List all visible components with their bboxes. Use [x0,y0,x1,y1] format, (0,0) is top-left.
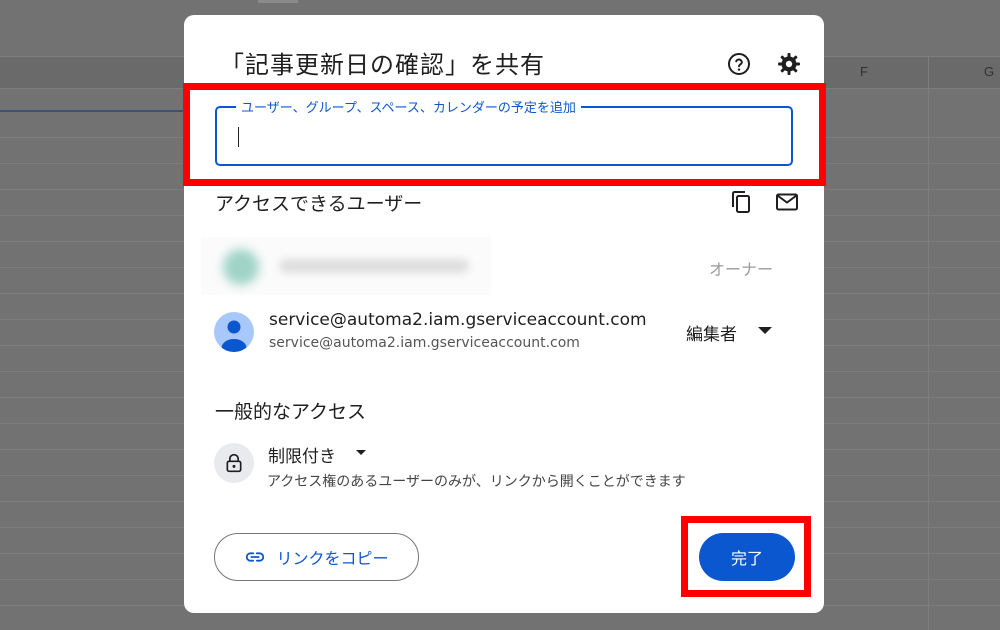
grid-line [928,56,929,630]
lock-icon [214,443,254,483]
owner-name-blurred [279,259,469,273]
people-with-access-heading: アクセスできるユーザー [215,193,423,215]
owner-role-label: オーナー [709,260,774,279]
general-access-description: アクセス権のあるユーザーのみが、リンクから開くことができます [267,474,686,490]
toolbar-fragment [258,0,298,3]
done-highlight-box [681,516,811,597]
help-icon[interactable] [725,50,753,78]
avatar [214,312,254,352]
selected-row-indicator [0,110,184,112]
copy-emails-icon[interactable] [727,188,755,216]
column-f-header: F [860,64,868,79]
gear-icon[interactable] [775,50,803,78]
general-access-dropdown[interactable]: 制限付き [268,442,336,467]
dialog-title: 「記事更新日の確認」を共有 [220,51,545,79]
general-access-heading: 一般的なアクセス [215,401,367,423]
mail-icon[interactable] [773,188,801,216]
owner-row-blurred [201,237,491,295]
copy-link-label: リンクをコピー [276,549,389,568]
link-icon [246,552,265,562]
chevron-down-icon[interactable] [356,450,366,455]
role-dropdown[interactable]: 編集者 [686,320,737,345]
copy-link-button[interactable]: リンクをコピー [214,533,419,581]
owner-avatar [223,249,259,285]
user-name: service@automa2.iam.gserviceaccount.com [269,310,647,330]
user-email: service@automa2.iam.gserviceaccount.com [269,335,580,351]
column-g-header: G [984,64,995,79]
input-highlight-box [183,83,826,186]
chevron-down-icon[interactable] [758,327,772,334]
